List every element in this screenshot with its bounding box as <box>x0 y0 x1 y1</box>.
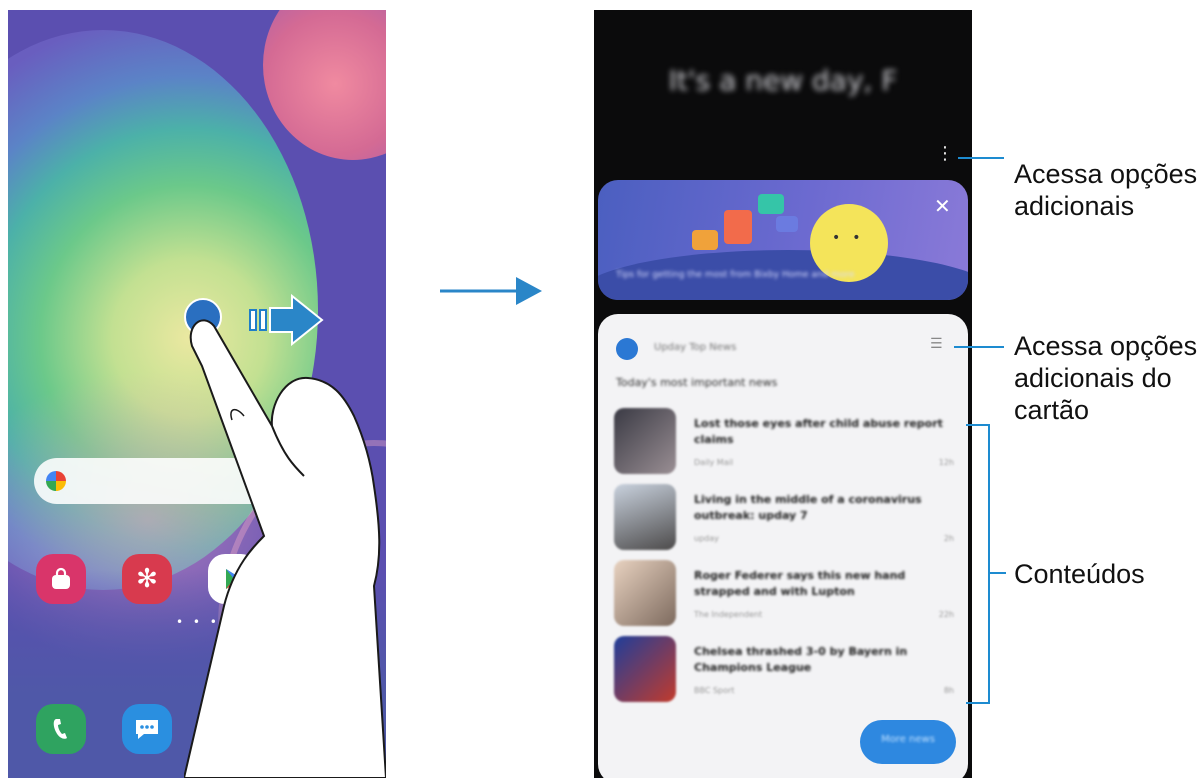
app-messages[interactable] <box>122 704 172 754</box>
news-headline: Lost those eyes after child abuse report… <box>694 417 943 446</box>
news-meta: upday 2h <box>694 534 954 543</box>
callout-contents: Conteúdos <box>1014 559 1145 589</box>
promo-chip-doc <box>724 210 752 244</box>
callout-menu-options: Acessa opções adicionais <box>1014 158 1197 222</box>
callout-bracket-vertical <box>988 424 990 704</box>
callout-line-card <box>954 346 1004 348</box>
news-source: Daily Mail <box>694 458 734 467</box>
news-time: 12h <box>938 458 954 467</box>
card-title: Upday Top News <box>654 342 737 353</box>
news-time: 22h <box>938 610 954 619</box>
news-thumbnail <box>614 636 676 702</box>
news-thumbnail <box>614 560 676 626</box>
callout-card-line-1: Acessa opções <box>1014 331 1198 361</box>
news-source: BBC Sport <box>694 686 735 695</box>
close-icon[interactable]: ✕ <box>934 194 951 218</box>
news-meta: Daily Mail 12h <box>694 458 954 467</box>
news-headline: Chelsea thrashed 3-0 by Bayern in Champi… <box>694 645 908 674</box>
greeting-text: It's a new day, F <box>668 64 898 97</box>
transition-arrow-icon <box>440 277 542 305</box>
google-icon <box>46 471 66 491</box>
news-headline: Living in the middle of a coronavirus ou… <box>694 493 922 522</box>
news-meta: BBC Sport 8h <box>694 686 954 695</box>
bixby-home-screen: It's a new day, F ⋮ •• ✕ Tips for gettin… <box>594 10 972 778</box>
news-card[interactable]: Upday Top News ☰ Today's most important … <box>598 314 968 778</box>
more-news-label: More news <box>881 734 935 745</box>
app-galaxy-store[interactable] <box>36 554 86 604</box>
news-item[interactable]: Lost those eyes after child abuse report… <box>614 408 954 478</box>
callout-bracket-top <box>966 424 990 426</box>
news-time: 2h <box>943 534 954 543</box>
news-source: upday <box>694 534 719 543</box>
hand-gesture-icon <box>184 319 386 778</box>
news-meta: The Independent 22h <box>694 610 954 619</box>
callout-line-contents <box>988 572 1006 574</box>
promo-caption: Tips for getting the most from Bixby Hom… <box>616 270 855 280</box>
wallpaper-pink-orb <box>263 10 386 160</box>
promo-chip-play <box>758 194 784 214</box>
more-news-button[interactable]: More news <box>860 720 956 764</box>
callout-card-line-3: cartão <box>1014 395 1090 425</box>
news-time: 8h <box>943 686 954 695</box>
promo-card[interactable]: •• ✕ Tips for getting the most from Bixb… <box>598 180 968 300</box>
news-item[interactable]: Living in the middle of a coronavirus ou… <box>614 484 954 554</box>
news-thumbnail <box>614 408 676 474</box>
chat-bubble-icon <box>136 720 158 739</box>
promo-chip-video <box>692 230 718 250</box>
app-phone[interactable] <box>36 704 86 754</box>
callout-menu-line-2: adicionais <box>1014 191 1135 221</box>
news-headline: Roger Federer says this new hand strappe… <box>694 569 906 598</box>
home-screen: ✻ • • • <box>8 10 386 778</box>
phone-icon <box>53 719 67 739</box>
more-options-icon[interactable]: ⋮ <box>936 145 954 163</box>
news-thumbnail <box>614 484 676 550</box>
news-source: The Independent <box>694 610 763 619</box>
flower-icon: ✻ <box>136 564 158 594</box>
callout-bracket-bottom <box>966 702 990 704</box>
promo-chip-music <box>776 216 798 232</box>
callout-menu-line-1: Acessa opções <box>1014 159 1198 189</box>
card-options-icon[interactable]: ☰ <box>930 336 943 352</box>
shopping-bag-icon <box>52 567 70 589</box>
callout-card-options: Acessa opções adicionais do cartão <box>1014 330 1197 426</box>
card-subtitle: Today's most important news <box>616 376 778 389</box>
news-item[interactable]: Roger Federer says this new hand strappe… <box>614 560 954 630</box>
upday-logo-icon <box>616 338 638 360</box>
app-gallery[interactable]: ✻ <box>122 554 172 604</box>
callout-card-line-2: adicionais do <box>1014 363 1172 393</box>
news-item[interactable]: Chelsea thrashed 3-0 by Bayern in Champi… <box>614 636 954 706</box>
callout-line-menu <box>958 157 1004 159</box>
